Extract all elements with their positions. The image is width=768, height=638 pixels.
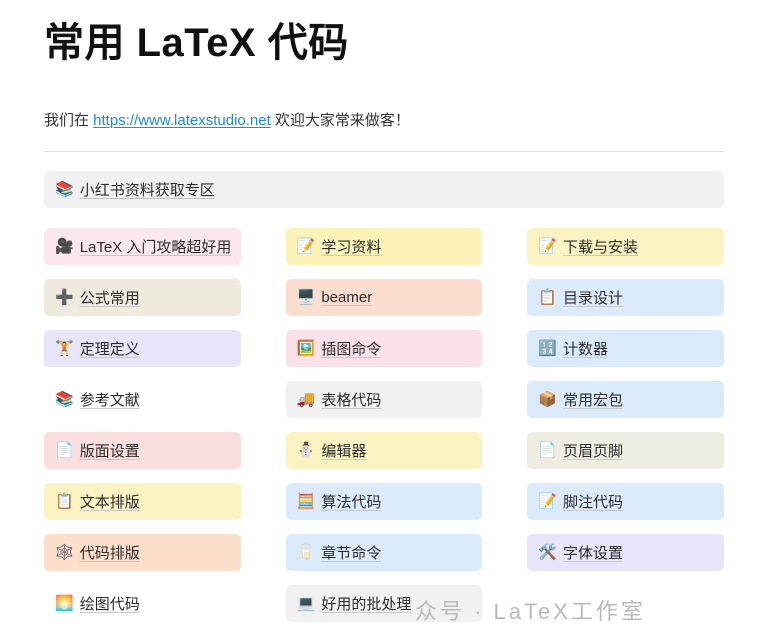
card-item[interactable]: 📝 下载与安装 xyxy=(527,227,724,265)
card-label: 页眉页脚 xyxy=(563,442,624,460)
card-item[interactable]: 🖥️ beamer xyxy=(285,278,483,316)
card-label: 算法代码 xyxy=(321,493,382,511)
card-label: 定理定义 xyxy=(79,340,140,358)
banner-xiaohongshu[interactable]: 📚 小红书资料获取专区 xyxy=(44,170,724,208)
card-label: beamer xyxy=(321,288,373,306)
card-label: 章节命令 xyxy=(321,544,382,562)
card-item[interactable]: 🖼️ 插图命令 xyxy=(285,329,483,367)
spider-web-icon: 🕸️ xyxy=(55,542,74,561)
page-container: 常用 LaTeX 代码 我们在 https://www.latexstudio.… xyxy=(0,18,768,622)
banner-label: 小红书资料获取专区 xyxy=(79,181,215,199)
card-item[interactable]: 🛠️ 字体设置 xyxy=(527,533,724,571)
card-label: 下载与安装 xyxy=(563,238,639,256)
card-label: 参考文献 xyxy=(79,391,140,409)
clipboard-icon: 📋 xyxy=(55,491,74,510)
card-label: 好用的批处理 xyxy=(321,595,412,613)
glass-of-milk-icon: 🥛 xyxy=(296,542,316,561)
card-item[interactable]: 📚 参考文献 xyxy=(44,380,241,418)
card-item[interactable]: 📄 版面设置 xyxy=(44,431,241,469)
card-label: 编辑器 xyxy=(321,442,367,460)
card-label: 文本排版 xyxy=(79,493,140,511)
laptop-icon: 💻 xyxy=(296,593,316,612)
hammer-and-wrench-icon: 🛠️ xyxy=(538,542,558,561)
truck-icon: 🚚 xyxy=(296,389,316,408)
desktop-computer-icon: 🖥️ xyxy=(296,287,316,306)
snowman-icon: ⛄ xyxy=(296,440,316,459)
sunrise-icon: 🌅 xyxy=(55,593,74,612)
card-label: 插图命令 xyxy=(321,340,382,358)
clipboard-icon: 📋 xyxy=(538,287,558,306)
header-divider xyxy=(44,150,724,152)
memo-icon: 📝 xyxy=(538,491,558,510)
page-title: 常用 LaTeX 代码 xyxy=(44,21,349,65)
card-item[interactable]: 🧮 算法代码 xyxy=(285,482,483,520)
intro-suffix: 欢迎大家常来做客！ xyxy=(270,112,410,129)
card-item[interactable]: 📄 页眉页脚 xyxy=(527,431,724,469)
card-item[interactable]: 🔢 计数器 xyxy=(527,329,724,367)
card-label: 表格代码 xyxy=(321,391,382,409)
memo-icon: 📝 xyxy=(296,236,316,255)
card-item[interactable]: 💻 好用的批处理 xyxy=(285,584,483,622)
card-item[interactable]: 🏋️ 定理定义 xyxy=(44,329,241,367)
framed-picture-icon: 🖼️ xyxy=(296,338,316,357)
page-icon: 📄 xyxy=(55,440,74,459)
plus-icon: ➕ xyxy=(55,287,74,306)
intro-line: 我们在 https://www.latexstudio.net 欢迎大家常来做客… xyxy=(44,110,724,133)
card-item[interactable]: 🌅 绘图代码 xyxy=(44,584,241,622)
card-label: 字体设置 xyxy=(563,544,624,562)
card-label: 脚注代码 xyxy=(563,493,624,511)
card-label: 版面设置 xyxy=(79,442,140,460)
card-label: 绘图代码 xyxy=(79,595,140,613)
card-item[interactable]: 📋 文本排版 xyxy=(44,482,241,520)
card-label: LaTeX 入门攻略超好用 xyxy=(79,238,232,256)
page-icon: 📄 xyxy=(538,440,558,459)
books-icon: 📚 xyxy=(55,179,74,198)
card-item[interactable]: 🚚 表格代码 xyxy=(285,380,483,418)
card-item[interactable]: 📝 脚注代码 xyxy=(527,482,724,520)
package-icon: 📦 xyxy=(538,389,558,408)
weightlifter-icon: 🏋️ xyxy=(55,338,74,357)
card-label: 目录设计 xyxy=(563,289,624,307)
card-label: 学习资料 xyxy=(321,238,382,256)
card-grid: 🎥 LaTeX 入门攻略超好用 📝 学习资料 📝 下载与安装 ➕ 公式常用 🖥️ beamer 📋 目… xyxy=(44,227,724,622)
card-item[interactable]: 📦 常用宏包 xyxy=(527,380,724,418)
books-icon: 📚 xyxy=(55,389,74,408)
card-item[interactable]: 📝 学习资料 xyxy=(285,227,483,265)
intro-prefix: 我们在 xyxy=(44,112,94,129)
numbers-icon: 🔢 xyxy=(538,338,558,357)
card-label: 代码排版 xyxy=(79,544,140,562)
card-item[interactable]: ⛄ 编辑器 xyxy=(285,431,483,469)
card-item[interactable]: 🕸️ 代码排版 xyxy=(44,533,241,571)
card-item[interactable]: 📋 目录设计 xyxy=(527,278,724,316)
card-item[interactable]: 🎥 LaTeX 入门攻略超好用 xyxy=(44,227,241,265)
memo-icon: 📝 xyxy=(538,236,558,255)
card-label: 常用宏包 xyxy=(563,391,624,409)
card-label: 计数器 xyxy=(563,340,609,358)
card-label: 公式常用 xyxy=(79,289,140,307)
abacus-icon: 🧮 xyxy=(296,491,316,510)
card-item[interactable]: ➕ 公式常用 xyxy=(44,278,241,316)
movie-camera-icon: 🎥 xyxy=(55,236,74,255)
latexstudio-link[interactable]: https://www.latexstudio.net xyxy=(93,112,271,129)
card-item[interactable]: 🥛 章节命令 xyxy=(285,533,483,571)
